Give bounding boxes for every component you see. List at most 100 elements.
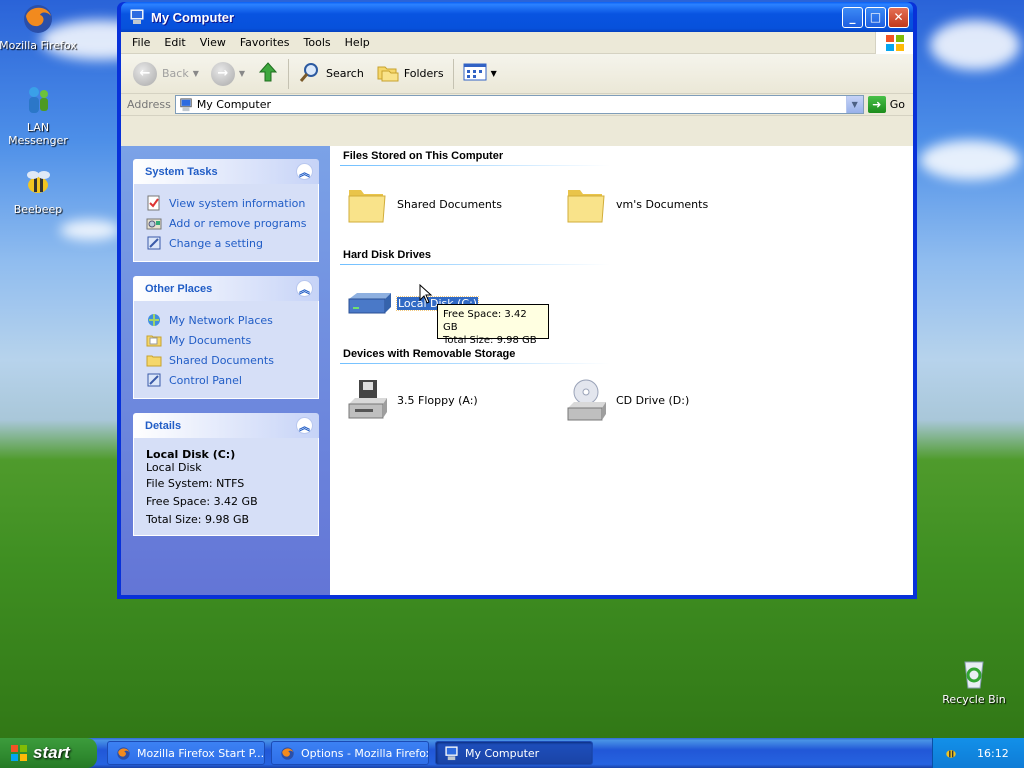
desktop-icon-label: Recycle Bin [942, 693, 1006, 706]
desktop-icon-beebeep[interactable]: Beebeep [0, 166, 78, 216]
close-icon: ✕ [893, 10, 904, 24]
folders-label: Folders [403, 67, 444, 80]
folder-icon [564, 182, 608, 226]
address-dropdown-button[interactable]: ▼ [845, 96, 863, 113]
back-arrow-icon: ← [133, 61, 157, 86]
documents-folder-icon [146, 332, 162, 348]
firefox-icon [116, 746, 131, 761]
details-name: Local Disk (C:) [146, 448, 236, 461]
place-control-panel[interactable]: Control Panel [146, 370, 318, 390]
address-bar: Address My Computer ▼ ➜ Go [121, 94, 913, 116]
item-vms-documents[interactable]: vm's Documents [564, 182, 708, 226]
go-button[interactable]: ➜ Go [864, 96, 913, 113]
desktop-icon-label: LAN Messenger [8, 121, 68, 147]
panel-title: Other Places [145, 282, 213, 295]
taskbar-item-firefox-options[interactable]: Options - Mozilla Firefox [271, 741, 429, 765]
minimize-icon: _ [849, 10, 856, 24]
section-removable-header: Devices with Removable Storage [343, 348, 516, 360]
address-field[interactable]: My Computer ▼ [174, 95, 864, 114]
windows-flag-icon [10, 744, 28, 762]
title-bar[interactable]: My Computer _ □ ✕ [121, 2, 913, 32]
menu-view[interactable]: View [193, 36, 233, 49]
item-cd-drive-d[interactable]: CD Drive (D:) [564, 378, 689, 422]
window-title: My Computer [151, 9, 235, 25]
back-button[interactable]: ← Back ▼ [127, 58, 205, 90]
section-files-header: Files Stored on This Computer [343, 150, 504, 162]
search-button[interactable]: Search [292, 58, 370, 90]
section-hdd-header: Hard Disk Drives [343, 249, 432, 261]
other-places-panel: Other Places ︽ My Network Places My Docu… [133, 276, 319, 399]
tooltip-free-space: Free Space: 3.42 GB [443, 309, 527, 333]
views-button[interactable]: ▼ [457, 58, 503, 90]
go-arrow-icon: ➜ [867, 96, 886, 113]
item-label: CD Drive (D:) [616, 393, 690, 407]
desktop-icon-lan-messenger[interactable]: LAN Messenger [0, 84, 78, 147]
section-divider [340, 165, 610, 166]
maximize-icon: □ [869, 10, 882, 24]
menu-help[interactable]: Help [338, 36, 377, 49]
menu-file[interactable]: File [125, 36, 157, 49]
back-label: Back [162, 67, 189, 80]
lan-messenger-icon [21, 84, 55, 118]
close-button[interactable]: ✕ [888, 6, 909, 28]
place-shared-documents[interactable]: Shared Documents [146, 350, 318, 370]
add-remove-programs-icon [146, 215, 162, 231]
menu-tools[interactable]: Tools [297, 36, 338, 49]
start-button[interactable]: start [0, 738, 97, 768]
system-tasks-header[interactable]: System Tasks ︽ [133, 159, 319, 184]
control-panel-icon [146, 372, 162, 388]
folder-up-icon [257, 61, 279, 86]
go-label: Go [889, 98, 905, 111]
desktop-icon-label: Mozilla Firefox [0, 39, 77, 52]
details-header[interactable]: Details ︽ [133, 413, 319, 438]
taskbar-item-label: My Computer [465, 746, 540, 760]
other-places-header[interactable]: Other Places ︽ [133, 276, 319, 301]
disk-tooltip: Free Space: 3.42 GB Total Size: 9.98 GB [437, 304, 549, 346]
chevron-down-icon: ▼ [192, 69, 199, 78]
taskbar-item-firefox-start[interactable]: Mozilla Firefox Start P... [107, 741, 265, 765]
collapse-icon[interactable]: ︽ [296, 280, 313, 297]
system-tasks-panel: System Tasks ︽ View system information A… [133, 159, 319, 262]
chevron-down-icon: ▼ [238, 69, 246, 78]
beebeep-tray-icon[interactable] [943, 745, 959, 761]
collapse-icon[interactable]: ︽ [296, 417, 313, 434]
minimize-button[interactable]: _ [842, 6, 863, 28]
folders-button[interactable]: Folders [370, 58, 450, 90]
address-label: Address [127, 98, 171, 111]
mouse-cursor-icon [419, 283, 433, 304]
content-pane: Files Stored on This Computer Shared Doc… [330, 146, 913, 595]
up-button[interactable] [251, 58, 285, 90]
tooltip-total-size: Total Size: 9.98 GB [443, 335, 537, 346]
menu-edit[interactable]: Edit [157, 36, 192, 49]
item-label: Shared Documents [397, 197, 502, 211]
desktop-icon-recycle-bin[interactable]: Recycle Bin [934, 656, 1014, 706]
task-label: View system information [169, 196, 306, 210]
toolbar-separator [288, 58, 290, 89]
clock: 16:12 [977, 746, 1009, 760]
toolbar-separator [452, 58, 454, 89]
section-divider [340, 264, 610, 265]
place-my-documents[interactable]: My Documents [146, 330, 318, 350]
chevron-down-icon: ▼ [851, 100, 858, 109]
details-panel: Details ︽ Local Disk (C:) Local Disk Fil… [133, 413, 319, 536]
place-my-network-places[interactable]: My Network Places [146, 310, 318, 330]
task-view-system-information[interactable]: View system information [146, 193, 318, 213]
collapse-icon[interactable]: ︽ [296, 163, 313, 180]
item-shared-documents[interactable]: Shared Documents [345, 182, 502, 226]
details-type: Local Disk [146, 461, 202, 474]
taskbar-item-my-computer[interactable]: My Computer [435, 741, 593, 765]
windows-logo-icon [875, 32, 913, 54]
item-floppy-a[interactable]: 3.5 Floppy (A:) [345, 378, 478, 422]
maximize-button[interactable]: □ [865, 6, 886, 28]
task-pane: System Tasks ︽ View system information A… [121, 146, 330, 595]
forward-arrow-icon: → [210, 61, 235, 86]
task-change-setting[interactable]: Change a setting [146, 233, 318, 253]
section-divider [340, 363, 610, 364]
task-label: Change a setting [169, 236, 263, 250]
desktop-icon-firefox[interactable]: Mozilla Firefox [0, 2, 78, 52]
menu-favorites[interactable]: Favorites [233, 36, 297, 49]
views-icon [463, 62, 487, 85]
task-add-remove-programs[interactable]: Add or remove programs [146, 213, 318, 233]
computer-icon [179, 97, 193, 112]
forward-button[interactable]: → ▼ [205, 58, 251, 90]
